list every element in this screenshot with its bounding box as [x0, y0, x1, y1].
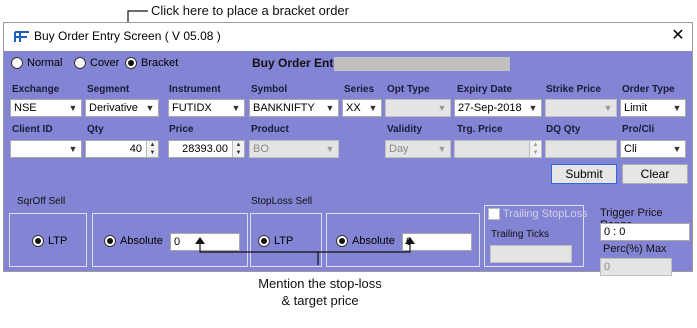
trading-app-icon [14, 31, 29, 42]
window-title: Buy Order Entry Screen ( V 05.08 ) [34, 29, 221, 43]
trailing-stoploss-checkbox[interactable] [488, 208, 500, 220]
bottom-callout-line1: Mention the stop-loss [258, 276, 382, 291]
chevron-down-icon: ▼ [68, 103, 78, 113]
clear-button[interactable]: Clear [622, 164, 688, 184]
segment-value: Derivative [89, 102, 138, 114]
trg-price-label: Trg. Price [457, 124, 503, 135]
title-bar: Buy Order Entry Screen ( V 05.08 ) ✕ [4, 23, 692, 51]
sqroff-value: 0 [174, 236, 181, 248]
exchange-value: NSE [14, 102, 37, 114]
radio-cover-label: Cover [90, 57, 120, 69]
sqroff-absolute-radio[interactable] [104, 235, 116, 247]
expiry-date-label: Expiry Date [457, 84, 513, 95]
price-label: Price [169, 124, 194, 135]
qty-label: Qty [87, 124, 104, 135]
symbol-select[interactable]: BANKNIFTY ▼ [249, 99, 339, 117]
strike-price-label: Strike Price [546, 84, 602, 95]
expiry-date-value: 27-Sep-2018 [458, 102, 522, 114]
order-type-select[interactable]: Limit ▼ [620, 99, 686, 117]
perc-max-value: 0 [604, 261, 611, 273]
order-type-value: Limit [624, 102, 648, 114]
segment-label: Segment [87, 84, 130, 95]
symbol-label: Symbol [251, 84, 288, 95]
spin-arrows-icon[interactable]: ▲ ▼ [529, 141, 541, 157]
trg-price-stepper[interactable]: ▲ ▼ [454, 140, 542, 158]
top-callout-text: Click here to place a bracket order [151, 3, 349, 18]
radio-normal[interactable] [11, 57, 23, 69]
sqroff-absolute-label: Absolute [120, 235, 163, 247]
opt-type-label: Opt Type [387, 84, 430, 95]
instrument-select[interactable]: FUTIDX ▼ [168, 99, 245, 117]
product-label: Product [251, 124, 289, 135]
chevron-down-icon: ▼ [672, 144, 682, 154]
buy-order-window: Buy Order Entry Screen ( V 05.08 ) ✕ Nor… [3, 22, 693, 276]
client-id-label: Client ID [12, 124, 53, 135]
perc-max-label: Perc(%) Max [603, 243, 667, 255]
order-type-label: Order Type [622, 84, 675, 95]
chevron-down-icon: ▼ [603, 103, 613, 113]
bottom-callout-line2: & target price [281, 293, 359, 308]
symbol-value: BANKNIFTY [253, 102, 315, 114]
radio-bracket[interactable] [125, 57, 137, 69]
segment-select[interactable]: Derivative ▼ [85, 99, 159, 117]
trailing-stoploss-label: Trailing StopLoss [503, 208, 588, 220]
chevron-down-icon: ▼ [231, 103, 241, 113]
strike-price-select[interactable]: ▼ [545, 99, 617, 117]
exchange-label: Exchange [12, 84, 60, 95]
chevron-down-icon: ▼ [145, 103, 155, 113]
stoploss-title: StopLoss Sell [251, 196, 313, 207]
product-select[interactable]: BO ▼ [249, 140, 339, 158]
chevron-down-icon: ▼ [437, 144, 447, 154]
price-stepper[interactable]: 28393.00 ▲ ▼ [168, 140, 245, 158]
radio-cover[interactable] [74, 57, 86, 69]
trailing-ticks-input[interactable] [490, 245, 572, 263]
qty-stepper[interactable]: 40 ▲ ▼ [85, 140, 159, 158]
spin-arrows-icon[interactable]: ▲ ▼ [146, 141, 158, 157]
expiry-date-select[interactable]: 27-Sep-2018 ▼ [454, 99, 542, 117]
trailing-ticks-label: Trailing Ticks [491, 229, 549, 240]
chevron-down-icon: ▼ [672, 103, 682, 113]
radio-normal-label: Normal [27, 57, 63, 69]
sqroff-ltp-radio[interactable] [32, 235, 44, 247]
pro-cli-label: Pro/Cli [622, 124, 655, 135]
sqroff-ltp-label: LTP [48, 235, 68, 247]
series-value: XX [346, 102, 361, 114]
perc-max-input[interactable]: 0 [600, 258, 672, 276]
form-heading-label: Buy Order Entry [252, 56, 345, 70]
validity-select[interactable]: Day ▼ [385, 140, 451, 158]
client-id-select[interactable]: ▼ [10, 140, 82, 158]
trigger-range-text: 0 : 0 [604, 226, 626, 238]
trigger-range-value: 0 : 0 [600, 223, 690, 241]
radio-bracket-label: Bracket [141, 57, 179, 69]
validity-value: Day [389, 143, 409, 155]
series-label: Series [344, 84, 375, 95]
qty-value: 40 [129, 143, 142, 155]
spin-arrows-icon[interactable]: ▲ ▼ [232, 141, 244, 157]
instrument-label: Instrument [169, 84, 221, 95]
heading-info-bar [334, 57, 510, 71]
chevron-down-icon: ▼ [325, 144, 335, 154]
chevron-down-icon: ▼ [325, 103, 335, 113]
exchange-select[interactable]: NSE ▼ [10, 99, 82, 117]
dq-qty-label: DQ Qty [546, 124, 581, 135]
sqroff-title: SqrOff Sell [17, 196, 66, 207]
product-value: BO [253, 143, 269, 155]
dq-qty-field[interactable] [545, 140, 617, 158]
bottom-callout-bracket [195, 237, 415, 265]
series-select[interactable]: XX ▼ [342, 99, 382, 117]
price-value: 28393.00 [182, 143, 228, 155]
submit-button[interactable]: Submit [551, 164, 617, 184]
instrument-value: FUTIDX [172, 102, 212, 114]
chevron-down-icon: ▼ [437, 103, 447, 113]
opt-type-select[interactable]: ▼ [385, 99, 451, 117]
close-icon[interactable]: ✕ [668, 26, 688, 46]
pro-cli-select[interactable]: Cli ▼ [620, 140, 686, 158]
chevron-down-icon: ▼ [68, 144, 78, 154]
chevron-down-icon: ▼ [528, 103, 538, 113]
validity-label: Validity [387, 124, 423, 135]
chevron-down-icon: ▼ [368, 103, 378, 113]
pro-cli-value: Cli [624, 143, 637, 155]
